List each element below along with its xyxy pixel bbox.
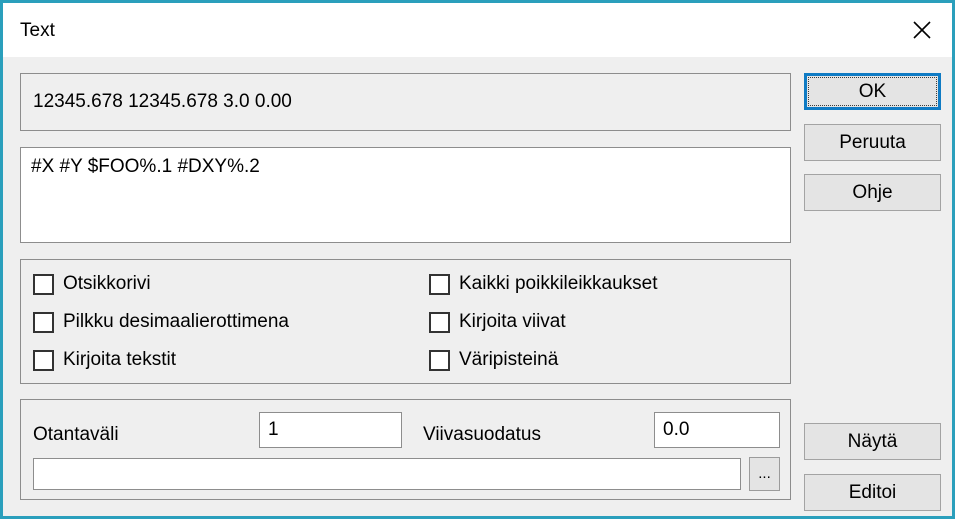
checkbox-box-icon xyxy=(429,273,450,295)
checkbox-kaikki-poikkileikkaukset[interactable]: Kaikki poikkileikkaukset xyxy=(429,272,658,296)
line-filter-label: Viivasuodatus xyxy=(423,424,541,445)
dialog-body: 12345.678 12345.678 3.0 0.00 #X #Y $FOO%… xyxy=(3,57,952,516)
sampling-interval-input[interactable]: 1 xyxy=(259,412,402,448)
checkbox-box-icon xyxy=(429,349,450,371)
ok-button-label: OK xyxy=(858,81,887,102)
edit-button[interactable]: Editoi xyxy=(804,474,941,511)
checkbox-pilkku-desimaalierottimena[interactable]: Pilkku desimaalierottimena xyxy=(33,310,289,334)
checkbox-label: Otsikkorivi xyxy=(63,273,151,294)
checkbox-varipisteina[interactable]: Väripisteinä xyxy=(429,348,558,372)
title-bar: Text xyxy=(3,3,952,57)
line-filter-input[interactable]: 0.0 xyxy=(654,412,780,448)
checkbox-kirjoita-viivat[interactable]: Kirjoita viivat xyxy=(429,310,566,334)
close-icon[interactable] xyxy=(892,3,952,57)
checkbox-box-icon xyxy=(33,349,54,371)
checkbox-label: Pilkku desimaalierottimena xyxy=(63,311,289,332)
checkbox-otsikkorivi[interactable]: Otsikkorivi xyxy=(33,272,151,296)
sampling-interval-label: Otantaväli xyxy=(33,424,119,445)
text-export-dialog: Text 12345.678 12345.678 3.0 0.00 #X #Y … xyxy=(0,0,955,519)
ok-button[interactable]: OK xyxy=(804,73,941,110)
checkbox-label: Kirjoita viivat xyxy=(459,311,566,332)
options-group: Otsikkorivi Pilkku desimaalierottimena K… xyxy=(20,259,791,384)
format-string-input[interactable]: #X #Y $FOO%.1 #DXY%.2 xyxy=(20,147,791,243)
checkbox-label: Väripisteinä xyxy=(459,349,559,370)
checkbox-box-icon xyxy=(429,311,450,333)
window-title: Text xyxy=(20,20,55,41)
checkbox-box-icon xyxy=(33,311,54,333)
help-button[interactable]: Ohje xyxy=(804,174,941,211)
output-path-input[interactable] xyxy=(33,458,741,490)
checkbox-box-icon xyxy=(33,273,54,295)
checkbox-label: Kirjoita tekstit xyxy=(63,349,176,370)
checkbox-kirjoita-tekstit[interactable]: Kirjoita tekstit xyxy=(33,348,176,372)
sampling-group: Otantaväli 1 Viivasuodatus 0.0 ... xyxy=(20,399,791,500)
cancel-button[interactable]: Peruuta xyxy=(804,124,941,161)
show-button[interactable]: Näytä xyxy=(804,423,941,460)
preview-output-field: 12345.678 12345.678 3.0 0.00 xyxy=(20,73,791,131)
checkbox-label: Kaikki poikkileikkaukset xyxy=(459,273,658,294)
browse-button[interactable]: ... xyxy=(749,457,780,491)
